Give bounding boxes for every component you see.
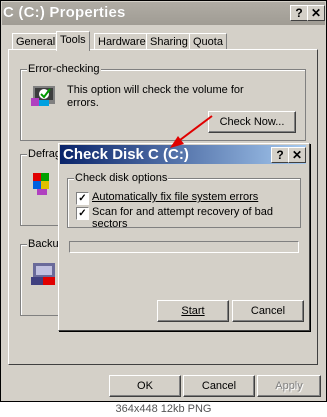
tab-sharing[interactable]: Sharing: [146, 33, 192, 50]
auto-fix-checkbox[interactable]: ✓: [76, 192, 89, 205]
tab-general[interactable]: General: [12, 33, 60, 50]
check-disk-dialog: Check Disk C (C:) ? ✕ Check disk options…: [58, 143, 310, 331]
progress-bar: [69, 241, 299, 253]
defragmentation-label: Defrag: [27, 148, 63, 160]
check-disk-close-button[interactable]: ✕: [288, 147, 306, 163]
check-disk-cancel-button[interactable]: Cancel: [232, 300, 304, 322]
start-label: Start: [181, 305, 205, 317]
tab-hardware[interactable]: Hardware: [94, 33, 150, 50]
check-disk-help-button[interactable]: ?: [271, 147, 289, 163]
backup-label: Backu: [27, 238, 60, 250]
error-checking-description-1: This option will check the volume for: [67, 84, 244, 96]
tab-quota[interactable]: Quota: [189, 33, 227, 50]
tab-tools[interactable]: Tools: [56, 31, 90, 51]
backup-icon: [31, 263, 55, 285]
check-disk-options-group: Check disk options ✓ Automatically fix f…: [67, 172, 301, 230]
ok-button[interactable]: OK: [109, 375, 181, 397]
image-caption: 364x448 12kb PNG: [0, 402, 327, 417]
cancel-button[interactable]: Cancel: [183, 375, 255, 397]
help-button[interactable]: ?: [290, 5, 308, 21]
close-button[interactable]: ✕: [307, 5, 325, 21]
check-disk-options-label: Check disk options: [74, 172, 169, 184]
apply-button[interactable]: Apply: [257, 375, 321, 397]
error-checking-label: Error-checking: [27, 63, 101, 75]
check-now-button[interactable]: Check Now...: [208, 111, 296, 133]
scan-sectors-label[interactable]: Scan for and attempt recovery of bad sec…: [92, 206, 300, 230]
auto-fix-label[interactable]: Automatically fix file system errors: [92, 191, 258, 203]
scan-sectors-checkbox[interactable]: ✓: [76, 207, 89, 220]
disk-check-icon: [31, 86, 55, 106]
defragment-icon: [33, 173, 49, 195]
start-button[interactable]: Start: [157, 300, 229, 322]
window-title: C (C:) Properties: [3, 4, 126, 21]
error-checking-description-2: errors.: [67, 97, 99, 109]
annotation-arrow-icon: [170, 115, 213, 148]
